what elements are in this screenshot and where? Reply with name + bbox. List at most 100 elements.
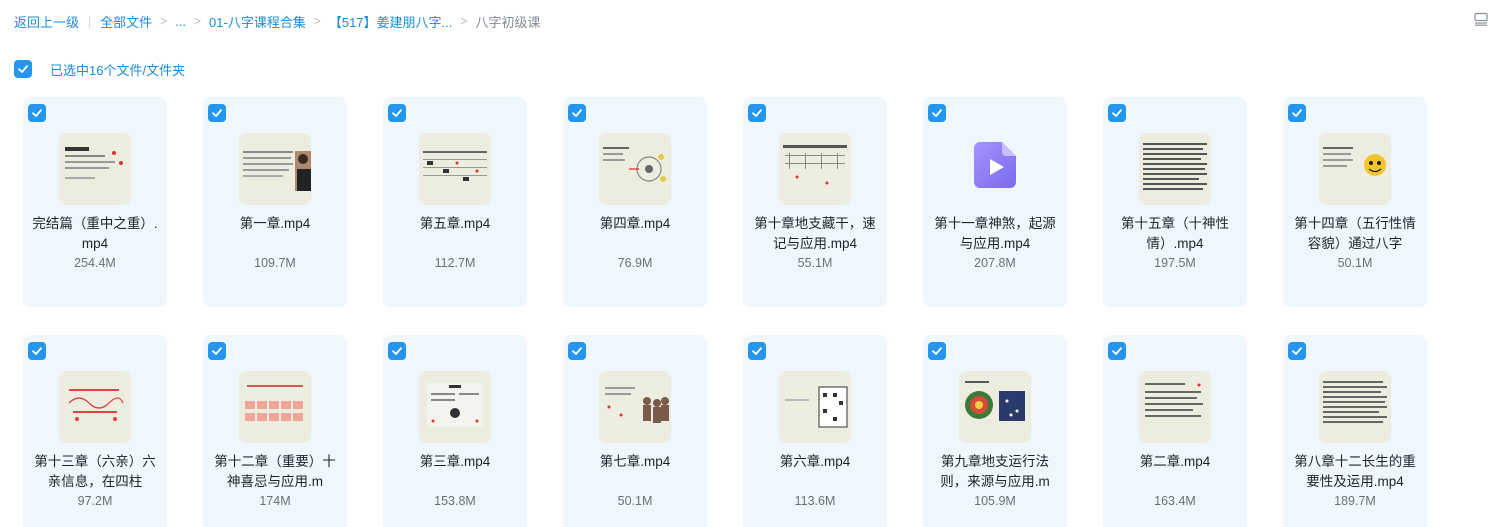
video-thumbnail — [1319, 133, 1391, 205]
file-name: 第三章.mp4 — [419, 454, 491, 469]
file-card[interactable]: 第四章.mp4 76.9M — [563, 97, 707, 307]
file-card[interactable]: 第三章.mp4 153.8M — [383, 335, 527, 527]
file-size: 153.8M — [434, 494, 476, 508]
file-size: 254.4M — [74, 256, 116, 270]
video-file-icon — [974, 142, 1016, 188]
file-card[interactable]: 第七章.mp4 50.1M — [563, 335, 707, 527]
file-size: 197.5M — [1154, 256, 1196, 270]
file-checkbox[interactable] — [28, 342, 46, 360]
list-view-icon[interactable] — [1474, 12, 1488, 26]
file-size: 189.7M — [1334, 494, 1376, 508]
file-card[interactable]: 第六章.mp4 113.6M — [743, 335, 887, 527]
file-name: 第十五章（十神性情）.mp4 — [1121, 216, 1229, 251]
check-icon — [1112, 109, 1122, 117]
video-thumbnail — [419, 371, 491, 443]
file-checkbox[interactable] — [388, 342, 406, 360]
video-thumbnail — [1139, 371, 1211, 443]
chevron-right-icon: > — [194, 14, 202, 28]
check-icon — [18, 65, 28, 73]
check-icon — [32, 109, 42, 117]
file-name: 第十三章（六亲）六亲信息，在四柱 — [34, 454, 156, 489]
file-name: 完结篇（重中之重）.mp4 — [32, 216, 158, 251]
file-checkbox[interactable] — [1108, 104, 1126, 122]
video-thumbnail — [599, 133, 671, 205]
file-card[interactable]: 第五章.mp4 112.7M — [383, 97, 527, 307]
file-name: 第十章地支藏干，速记与应用.mp4 — [754, 216, 876, 251]
file-size: 109.7M — [254, 256, 296, 270]
chevron-right-icon: > — [313, 14, 321, 28]
file-checkbox[interactable] — [1288, 342, 1306, 360]
chevron-right-icon: > — [460, 14, 468, 28]
video-thumbnail — [239, 133, 311, 205]
file-name: 第十二章（重要）十神喜忌与应用.m — [214, 454, 336, 489]
file-name: 第一章.mp4 — [239, 216, 311, 231]
file-checkbox[interactable] — [208, 104, 226, 122]
file-name: 第二章.mp4 — [1139, 454, 1211, 469]
file-checkbox[interactable] — [928, 104, 946, 122]
file-name: 第五章.mp4 — [419, 216, 491, 231]
file-size: 50.1M — [617, 494, 653, 508]
file-size: 113.6M — [794, 494, 836, 508]
check-icon — [212, 109, 222, 117]
check-icon — [932, 109, 942, 117]
file-name: 第七章.mp4 — [599, 454, 671, 469]
check-icon — [1112, 347, 1122, 355]
video-thumbnail — [239, 371, 311, 443]
file-size: 112.7M — [434, 256, 476, 270]
file-card[interactable]: 第二章.mp4 163.4M — [1103, 335, 1247, 527]
check-icon — [32, 347, 42, 355]
file-card[interactable]: 第九章地支运行法则，来源与应用.m 105.9M — [923, 335, 1067, 527]
check-icon — [1292, 109, 1302, 117]
check-icon — [1292, 347, 1302, 355]
video-thumbnail — [59, 371, 131, 443]
video-thumbnail — [1319, 371, 1391, 443]
file-card[interactable]: 第十一章神煞，起源与应用.mp4 207.8M — [923, 97, 1067, 307]
breadcrumb-current: 八字初级课 — [475, 14, 541, 30]
check-icon — [572, 109, 582, 117]
file-checkbox[interactable] — [748, 104, 766, 122]
check-icon — [752, 347, 762, 355]
file-size: 105.9M — [974, 494, 1016, 508]
video-thumbnail — [779, 371, 851, 443]
file-checkbox[interactable] — [208, 342, 226, 360]
file-card[interactable]: 第八章十二长生的重要性及运用.mp4 189.7M — [1283, 335, 1427, 527]
check-icon — [392, 347, 402, 355]
video-thumbnail — [59, 133, 131, 205]
file-checkbox[interactable] — [388, 104, 406, 122]
divider: | — [88, 14, 92, 28]
file-size: 76.9M — [617, 256, 653, 270]
file-size: 55.1M — [797, 256, 833, 270]
file-card[interactable]: 第十章地支藏干，速记与应用.mp4 55.1M — [743, 97, 887, 307]
file-checkbox[interactable] — [748, 342, 766, 360]
file-name: 第十一章神煞，起源与应用.mp4 — [934, 216, 1056, 251]
check-icon — [212, 347, 222, 355]
back-link[interactable]: 返回上一级 — [14, 12, 79, 31]
file-checkbox[interactable] — [28, 104, 46, 122]
file-size: 207.8M — [974, 256, 1016, 270]
file-grid: 完结篇（重中之重）.mp4 254.4M 第一章.mp4 109.7M 第五章.mp4 1… — [23, 97, 1427, 527]
file-checkbox[interactable] — [1288, 104, 1306, 122]
file-checkbox[interactable] — [568, 104, 586, 122]
select-all-checkbox[interactable] — [14, 60, 32, 78]
breadcrumb-ellipsis[interactable]: ... — [175, 14, 186, 29]
video-thumbnail — [599, 371, 671, 443]
file-card[interactable]: 第十四章（五行性情容貌）通过八字 50.1M — [1283, 97, 1427, 307]
file-card[interactable]: 第一章.mp4 109.7M — [203, 97, 347, 307]
breadcrumb-root[interactable]: 全部文件 — [100, 12, 152, 31]
file-card[interactable]: 第十二章（重要）十神喜忌与应用.m 174M — [203, 335, 347, 527]
file-card[interactable]: 第十五章（十神性情）.mp4 197.5M — [1103, 97, 1247, 307]
check-icon — [392, 109, 402, 117]
file-checkbox[interactable] — [928, 342, 946, 360]
check-icon — [932, 347, 942, 355]
file-name: 第四章.mp4 — [599, 216, 671, 231]
file-checkbox[interactable] — [1108, 342, 1126, 360]
file-size: 163.4M — [1154, 494, 1196, 508]
breadcrumb-folder-2[interactable]: 【517】姜建朋八字... — [329, 12, 453, 31]
file-checkbox[interactable] — [568, 342, 586, 360]
breadcrumb: 返回上一级 | 全部文件 > ... > 01-八字课程合集 > 【517】姜建… — [14, 11, 540, 31]
breadcrumb-folder-1[interactable]: 01-八字课程合集 — [209, 12, 306, 31]
file-card[interactable]: 完结篇（重中之重）.mp4 254.4M — [23, 97, 167, 307]
file-name: 第九章地支运行法则，来源与应用.m — [940, 454, 1050, 489]
selection-count: 已选中16个文件/文件夹 — [50, 62, 186, 78]
file-card[interactable]: 第十三章（六亲）六亲信息，在四柱 97.2M — [23, 335, 167, 527]
